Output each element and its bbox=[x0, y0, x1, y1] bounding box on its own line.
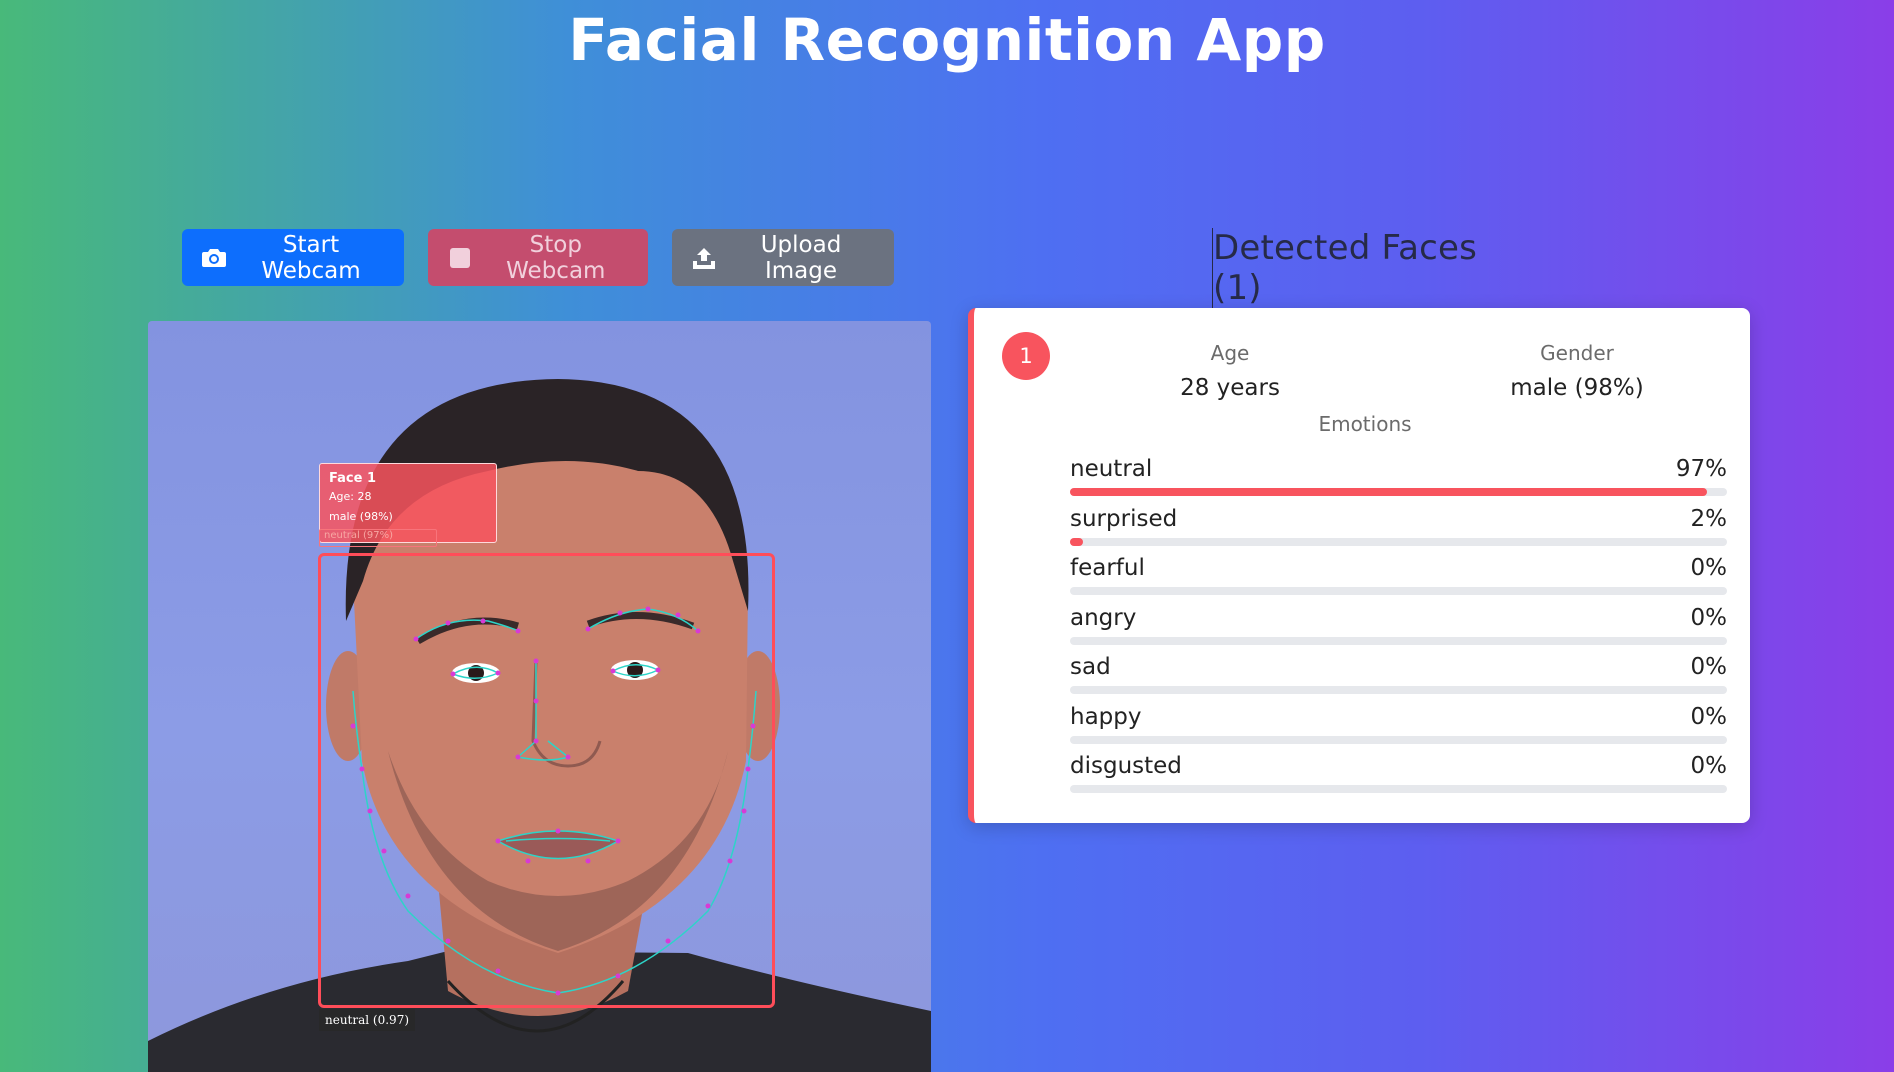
emotion-name: sad bbox=[1070, 654, 1111, 680]
emotion-percent: 0% bbox=[1690, 654, 1728, 680]
detected-faces-title: Detected Faces (1) bbox=[1212, 228, 1512, 308]
emotion-bar-fill bbox=[1070, 488, 1708, 496]
overlay-face-title: Face 1 bbox=[329, 471, 376, 486]
video-preview: Face 1 Age: 28 male (98%) neutral (97%) … bbox=[148, 321, 931, 1072]
emotion-bar-track bbox=[1070, 686, 1727, 694]
emotion-name: fearful bbox=[1070, 555, 1145, 581]
emotion-percent: 0% bbox=[1690, 753, 1728, 779]
upload-image-label: Upload Image bbox=[760, 231, 842, 284]
face-index-badge: 1 bbox=[1002, 332, 1050, 380]
upload-image-button[interactable]: Upload Image bbox=[672, 229, 894, 286]
gender-value: male (98%) bbox=[1510, 375, 1644, 401]
emotion-row: fearful 0% bbox=[1070, 555, 1727, 605]
overlay-emotion: neutral (97%) bbox=[319, 529, 437, 547]
emotion-row: happy 0% bbox=[1070, 704, 1727, 754]
emotion-name: neutral bbox=[1070, 456, 1153, 482]
emotions-title: Emotions bbox=[1318, 412, 1412, 436]
emotion-row: neutral 97% bbox=[1070, 456, 1727, 506]
emotion-percent: 0% bbox=[1690, 604, 1728, 631]
emotion-bar-track bbox=[1070, 735, 1727, 744]
emotion-name: disgusted bbox=[1070, 753, 1182, 779]
stop-webcam-button[interactable]: Stop Webcam bbox=[428, 229, 648, 286]
detection-tag: neutral (0.97) bbox=[319, 1009, 416, 1031]
gender-stat: Gender male (98%) bbox=[1457, 340, 1697, 401]
emotion-bar-fill bbox=[1070, 537, 1084, 546]
upload-icon bbox=[692, 245, 716, 271]
emotion-list: neutral 97% surprised 2% fearful 0% angr… bbox=[1070, 456, 1727, 803]
age-stat: Age 28 years bbox=[1110, 340, 1350, 401]
webcam-controls: Start Webcam Stop Webcam Upload Image bbox=[182, 229, 894, 286]
emotion-percent: 2% bbox=[1690, 505, 1728, 532]
emotion-percent: 97% bbox=[1675, 456, 1727, 482]
face-bounding-box bbox=[318, 553, 775, 1008]
start-webcam-button[interactable]: Start Webcam bbox=[182, 229, 404, 286]
gender-label: Gender bbox=[1540, 341, 1614, 365]
age-label: Age bbox=[1210, 341, 1250, 365]
emotion-row: sad 0% bbox=[1070, 654, 1727, 704]
app-title: Facial Recognition App bbox=[568, 6, 1326, 74]
start-webcam-label: Start Webcam bbox=[261, 231, 361, 284]
emotion-name: surprised bbox=[1070, 505, 1178, 532]
camera-icon bbox=[202, 245, 226, 271]
emotion-percent: 0% bbox=[1690, 703, 1728, 730]
emotion-row: angry 0% bbox=[1070, 605, 1727, 655]
stop-webcam-label: Stop Webcam bbox=[506, 231, 606, 284]
overlay-gender: male (98%) bbox=[329, 510, 393, 523]
emotion-bar-track bbox=[1070, 488, 1727, 496]
emotion-bar-track bbox=[1070, 587, 1727, 595]
age-value: 28 years bbox=[1180, 375, 1280, 401]
emotion-bar-track bbox=[1070, 537, 1727, 546]
emotion-bar-track bbox=[1070, 785, 1727, 793]
emotion-percent: 0% bbox=[1690, 555, 1728, 581]
emotion-name: happy bbox=[1070, 703, 1142, 730]
emotion-row: surprised 2% bbox=[1070, 506, 1727, 556]
stop-square-icon bbox=[448, 245, 472, 271]
emotion-row: disgusted 0% bbox=[1070, 753, 1727, 803]
overlay-age: Age: 28 bbox=[329, 490, 372, 503]
emotion-name: angry bbox=[1070, 604, 1137, 631]
emotion-bar-track bbox=[1070, 636, 1727, 645]
face-card: 1 Age 28 years Gender male (98%) Emotion… bbox=[968, 308, 1750, 823]
